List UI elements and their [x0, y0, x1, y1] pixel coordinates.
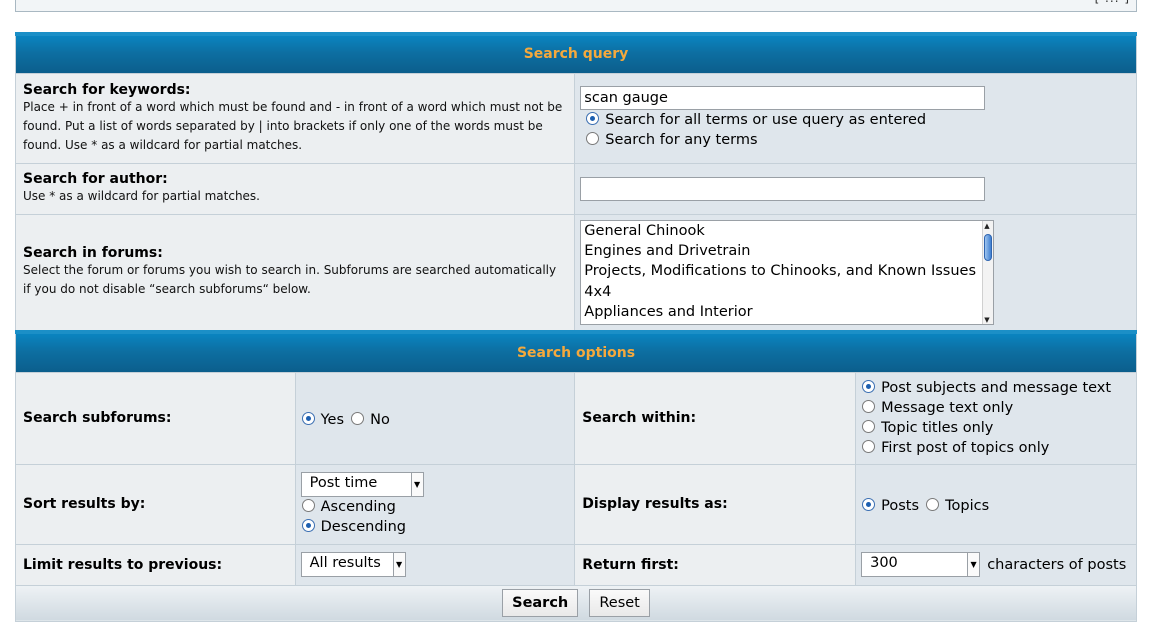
author-input-cell [574, 162, 1137, 215]
radio-icon[interactable] [301, 518, 315, 532]
terms-option-all-label: Search for all terms or use query as ent… [605, 112, 927, 128]
forums-list-cell: General Chinook Engines and Drivetrain P… [574, 213, 1137, 333]
search-form: Search query Search for keywords: Place … [14, 32, 1137, 622]
return-first-label-cell: Return first: [574, 543, 857, 586]
subforums-no-label: No [370, 411, 390, 428]
within-option-label: First post of topics only [881, 440, 1050, 456]
keywords-input[interactable] [580, 86, 986, 110]
within-option-label: Topic titles only [881, 420, 994, 436]
scroll-up-icon[interactable]: ▲ [984, 222, 989, 230]
form-actions: Search Reset [15, 584, 1137, 622]
previous-panel-edge: [ ... ] [15, 0, 1137, 12]
radio-icon[interactable] [586, 112, 600, 125]
radio-icon[interactable] [301, 411, 315, 425]
author-help: Use * as a wildcard for partial matches. [23, 189, 260, 203]
subforums-yes-label: Yes [320, 411, 345, 428]
return-first-value: 300 [870, 555, 898, 571]
radio-icon[interactable] [351, 411, 365, 425]
search-query-header: Search query [15, 32, 1137, 74]
scroll-down-icon[interactable]: ▼ [984, 316, 989, 324]
display-topics-label: Topics [945, 497, 990, 514]
author-input[interactable] [580, 176, 986, 201]
return-first-suffix: characters of posts [987, 557, 1127, 573]
display-label-cell: Display results as: [574, 463, 857, 545]
radio-icon[interactable] [301, 498, 315, 512]
display-topics[interactable]: Topics [924, 497, 990, 514]
limit-select-cell: All results ▼ [294, 543, 576, 586]
chevron-down-icon[interactable]: ▼ [392, 553, 405, 576]
limit-select[interactable]: All results ▼ [300, 552, 406, 577]
radio-icon[interactable] [862, 400, 876, 413]
terms-option-all[interactable]: Search for all terms or use query as ent… [580, 110, 1136, 130]
limit-label-cell: Limit results to previous: [15, 543, 296, 586]
keywords-label-cell: Search for keywords: Place + in front of… [14, 72, 576, 164]
subforums-no[interactable]: No [349, 411, 390, 428]
scroll-thumb[interactable] [984, 233, 993, 261]
limit-value: All results [309, 555, 381, 571]
list-item[interactable]: Projects, Modifications to Chinooks, and… [581, 261, 993, 281]
search-button[interactable]: Search [502, 589, 579, 617]
display-posts-label: Posts [881, 497, 920, 514]
terms-option-any-label: Search for any terms [605, 132, 758, 148]
header-tail: [ ... ] [1095, 0, 1130, 5]
list-item[interactable]: General Chinook [581, 221, 993, 241]
list-item[interactable]: Appliances and Interior [581, 302, 993, 322]
within-option-label: Message text only [881, 400, 1014, 416]
sort-ascending[interactable]: Ascending [301, 497, 575, 517]
return-first-label: Return first: [582, 556, 679, 573]
within-option-text-only[interactable]: Message text only [856, 398, 1136, 418]
sort-ascending-label: Ascending [320, 498, 396, 515]
list-item[interactable]: 4x4 [581, 282, 993, 302]
display-posts[interactable]: Posts [856, 497, 920, 514]
within-option-first-post[interactable]: First post of topics only [856, 438, 1136, 458]
sort-label-cell: Sort results by: [15, 463, 296, 545]
search-options-header: Search options [15, 330, 1137, 373]
sort-key-value: Post time [309, 474, 378, 491]
author-label-cell: Search for author: Use * as a wildcard f… [14, 162, 576, 215]
limit-label: Limit results to previous: [23, 556, 223, 573]
subforums-options: Yes No [294, 371, 576, 465]
radio-icon[interactable] [586, 132, 600, 145]
keywords-label: Search for keywords: [23, 81, 191, 98]
chevron-down-icon[interactable]: ▼ [410, 472, 423, 496]
terms-option-any[interactable]: Search for any terms [580, 130, 1136, 150]
sort-descending-label: Descending [320, 518, 406, 535]
within-option-subjects-text[interactable]: Post subjects and message text [856, 378, 1136, 398]
sort-descending[interactable]: Descending [301, 517, 575, 537]
display-label: Display results as: [582, 496, 728, 512]
subforums-yes[interactable]: Yes [296, 411, 345, 428]
radio-icon[interactable] [862, 420, 876, 433]
sort-label: Sort results by: [23, 496, 146, 512]
within-label: Search within: [582, 410, 697, 426]
within-options: Post subjects and message text Message t… [855, 371, 1137, 465]
forums-scrollbar[interactable]: ▲ ▼ [982, 220, 994, 324]
within-option-label: Post subjects and message text [881, 380, 1112, 396]
list-item[interactable]: Engines and Drivetrain [581, 241, 993, 261]
subforums-label-cell: Search subforums: [15, 371, 296, 465]
within-option-titles-only[interactable]: Topic titles only [856, 418, 1136, 438]
radio-icon[interactable] [862, 440, 876, 453]
sort-key-select[interactable]: Post time ▼ [300, 471, 424, 497]
author-label: Search for author: [23, 171, 168, 187]
radio-icon[interactable] [926, 497, 940, 511]
chevron-down-icon[interactable]: ▼ [967, 553, 980, 576]
forums-help: Select the forum or forums you wish to s… [23, 263, 557, 297]
forums-listbox[interactable]: General Chinook Engines and Drivetrain P… [580, 219, 995, 325]
return-first-cell: 300 ▼ characters of posts [855, 543, 1137, 586]
radio-icon[interactable] [862, 380, 876, 393]
display-options: Posts Topics [855, 463, 1137, 545]
keywords-input-cell: Search for all terms or use query as ent… [574, 72, 1137, 164]
keywords-help: Place + in front of a word which must be… [23, 99, 563, 152]
within-label-cell: Search within: [574, 371, 857, 465]
radio-icon[interactable] [862, 497, 876, 511]
forums-label-cell: Search in forums: Select the forum or fo… [14, 213, 576, 333]
forums-label: Search in forums: [23, 245, 163, 262]
subforums-label: Search subforums: [23, 410, 172, 426]
reset-button[interactable]: Reset [589, 589, 650, 617]
sort-options: Post time ▼ Ascending Descending [294, 463, 576, 545]
return-first-select[interactable]: 300 ▼ [861, 552, 981, 577]
